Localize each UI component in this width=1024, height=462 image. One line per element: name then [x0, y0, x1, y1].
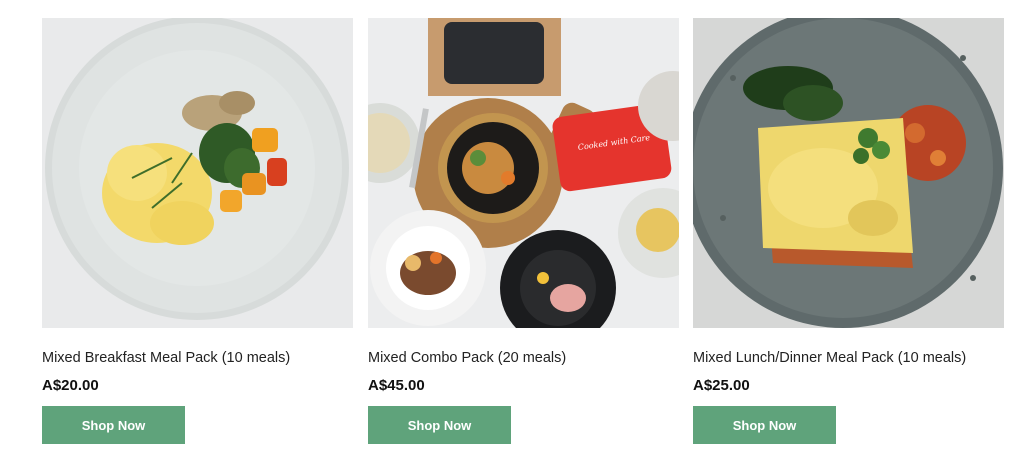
product-card-combo: Cooked with Care Mixed Combo Pack (20 me…	[368, 18, 679, 444]
lasagna-plate-image[interactable]	[693, 18, 1004, 328]
product-card-breakfast: Mixed Breakfast Meal Pack (10 meals) A$2…	[42, 18, 353, 444]
product-price: A$25.00	[693, 377, 750, 394]
product-card-lunch-dinner: Mixed Lunch/Dinner Meal Pack (10 meals) …	[693, 18, 1004, 444]
product-title[interactable]: Mixed Breakfast Meal Pack (10 meals)	[42, 348, 353, 368]
product-price: A$45.00	[368, 377, 425, 394]
shop-now-button[interactable]: Shop Now	[368, 406, 511, 444]
product-title[interactable]: Mixed Combo Pack (20 meals)	[368, 348, 679, 368]
breakfast-plate-image[interactable]	[42, 18, 353, 328]
shop-now-button[interactable]: Shop Now	[42, 406, 185, 444]
product-price: A$20.00	[42, 377, 99, 394]
shop-now-button[interactable]: Shop Now	[693, 406, 836, 444]
product-title[interactable]: Mixed Lunch/Dinner Meal Pack (10 meals)	[693, 348, 1004, 368]
combo-pack-image[interactable]: Cooked with Care	[368, 18, 679, 328]
